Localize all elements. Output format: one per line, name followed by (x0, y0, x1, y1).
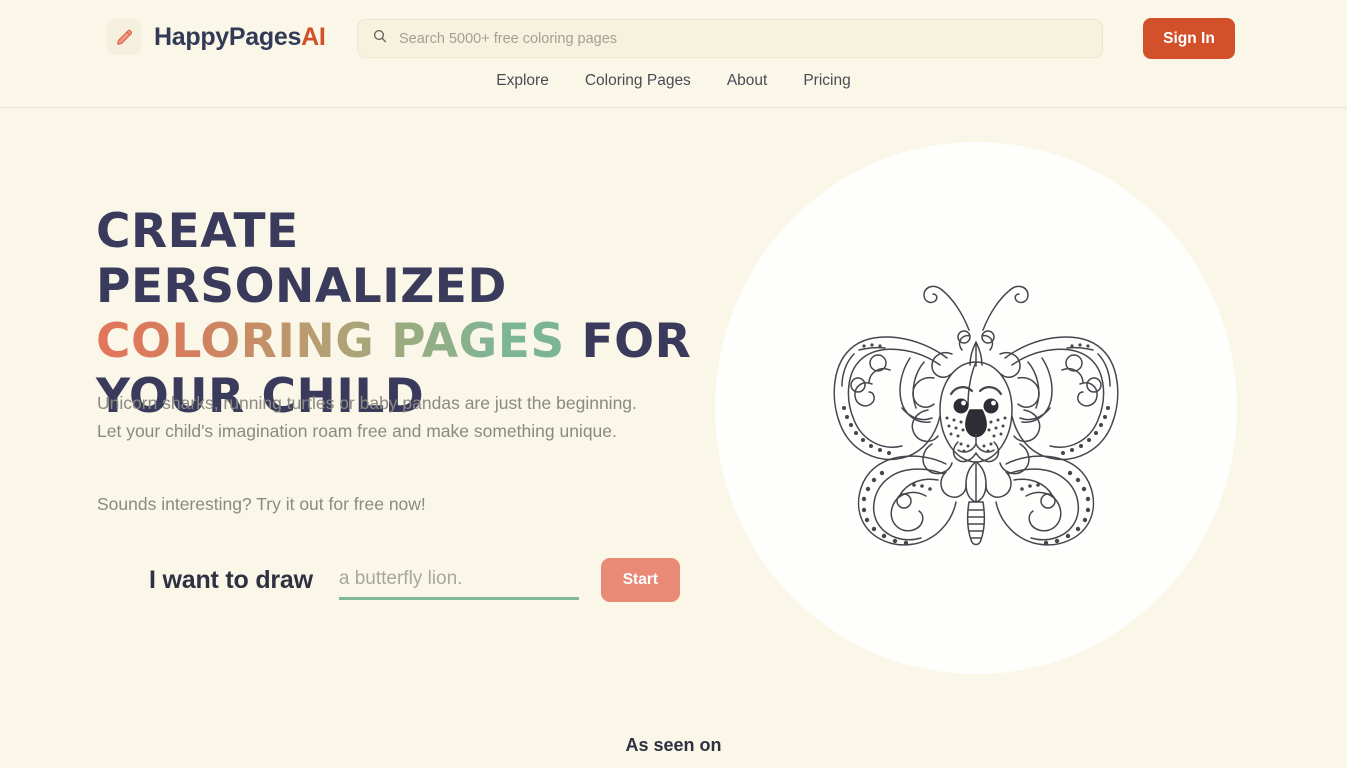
site-header: HappyPagesAI Sign In Explore Coloring Pa… (0, 0, 1347, 108)
primary-nav: Explore Coloring Pages About Pricing (0, 72, 1347, 90)
search-icon (372, 28, 388, 49)
hero-illustration (715, 142, 1237, 674)
search-input[interactable] (399, 30, 1088, 47)
nav-item-coloring-pages[interactable]: Coloring Pages (585, 72, 691, 90)
nav-item-about[interactable]: About (727, 72, 768, 90)
nav-item-pricing[interactable]: Pricing (803, 72, 850, 90)
start-button[interactable]: Start (600, 558, 680, 602)
search-bar[interactable] (357, 19, 1103, 58)
page-root: HappyPagesAI Sign In Explore Coloring Pa… (0, 0, 1347, 768)
as-seen-on-title: As seen on (625, 735, 722, 755)
brand-logo[interactable]: HappyPagesAI (106, 19, 326, 55)
headline-accent: coloring pages (96, 314, 565, 369)
brand-name: HappyPagesAI (154, 22, 326, 51)
headline-line-1: Create personalized (96, 204, 507, 314)
sign-in-button[interactable]: Sign In (1143, 18, 1235, 59)
hero-paragraph: Unicorn sharks, running turtles or baby … (97, 393, 637, 441)
cta-label: I want to draw (149, 565, 313, 594)
headline-line-2-tail: for (581, 314, 692, 369)
butterfly-lion-artwork (833, 285, 1119, 546)
nav-item-explore[interactable]: Explore (496, 72, 549, 90)
hero-section: Create personalized coloring pages for y… (0, 109, 1347, 768)
hero-prompt-line: Sounds interesting? Try it out for free … (97, 494, 426, 514)
brand-suffix: AI (301, 22, 326, 51)
draw-prompt-field[interactable] (338, 560, 579, 600)
draw-prompt-input[interactable] (338, 560, 579, 600)
hero-cta-row: I want to draw Start (149, 558, 680, 602)
pencil-icon (106, 19, 142, 55)
